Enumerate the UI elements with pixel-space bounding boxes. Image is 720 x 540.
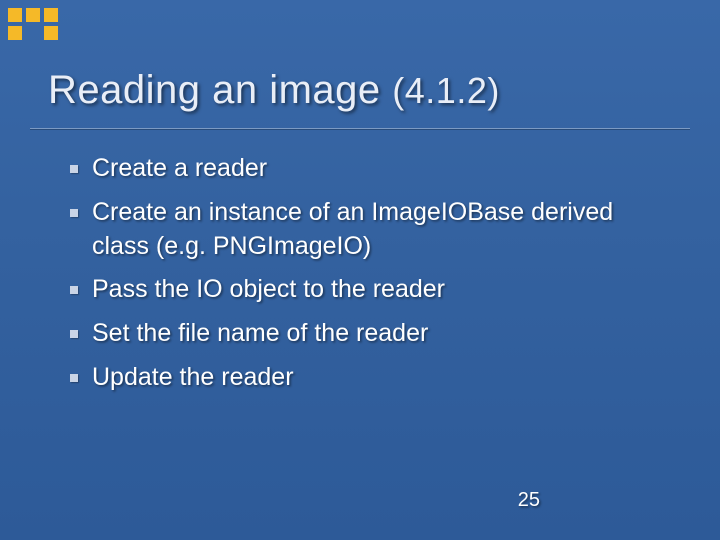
content-area: Create a reader Create an instance of an…	[70, 152, 660, 405]
bullet-text: Set the file name of the reader	[92, 317, 660, 351]
bullet-icon	[70, 286, 78, 294]
bullet-text: Create an instance of an ImageIOBase der…	[92, 196, 660, 264]
slide-title: Reading an image (4.1.2)	[48, 68, 500, 113]
bullet-icon	[70, 209, 78, 217]
title-main: Reading an image	[48, 68, 392, 112]
bullet-text: Create a reader	[92, 152, 660, 186]
bullet-icon	[70, 165, 78, 173]
deco-square	[44, 26, 58, 40]
list-item: Update the reader	[70, 361, 660, 395]
title-divider	[30, 128, 690, 129]
bullet-list: Create a reader Create an instance of an…	[70, 152, 660, 395]
list-item: Create a reader	[70, 152, 660, 186]
deco-square	[44, 8, 58, 22]
page-number: 25	[518, 489, 540, 512]
list-item: Create an instance of an ImageIOBase der…	[70, 196, 660, 264]
deco-square	[8, 8, 22, 22]
list-item: Pass the IO object to the reader	[70, 273, 660, 307]
bullet-text: Update the reader	[92, 361, 660, 395]
deco-square	[26, 8, 40, 22]
title-version: (4.1.2)	[392, 70, 500, 111]
bullet-icon	[70, 374, 78, 382]
deco-square	[8, 26, 22, 40]
bullet-icon	[70, 330, 78, 338]
bullet-text: Pass the IO object to the reader	[92, 273, 660, 307]
corner-decoration	[8, 8, 88, 44]
list-item: Set the file name of the reader	[70, 317, 660, 351]
